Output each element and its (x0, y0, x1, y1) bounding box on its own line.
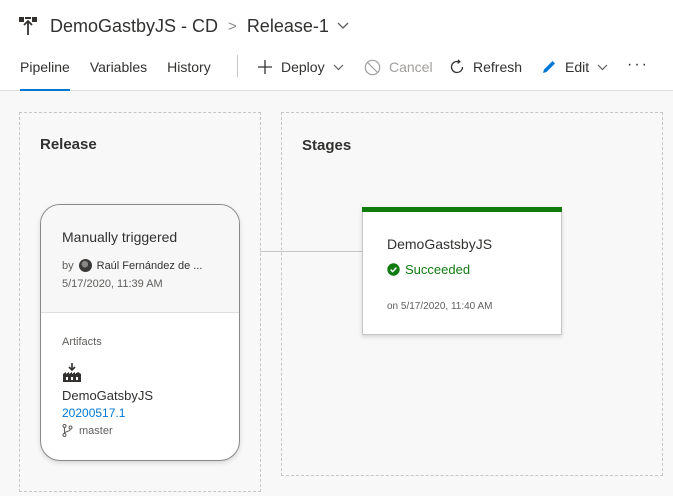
release-panel-title: Release (40, 136, 97, 153)
chevron-down-icon (333, 64, 344, 71)
check-circle-icon (387, 263, 400, 276)
chevron-down-icon[interactable] (337, 22, 349, 30)
artifacts-heading: Artifacts (62, 336, 102, 348)
stage-status-bar (362, 207, 562, 212)
trigger-text: Manually triggered (62, 229, 178, 245)
refresh-icon (449, 59, 465, 75)
stage-name: DemoGastsbyJS (387, 236, 493, 252)
stage-completed-date: on 5/17/2020, 11:40 AM (387, 301, 493, 312)
build-artifact-icon (62, 363, 82, 388)
more-actions-button[interactable]: ··· (627, 56, 649, 74)
cancel-button[interactable]: Cancel (364, 57, 433, 77)
tab-variables[interactable]: Variables (90, 57, 147, 91)
release-pipeline-icon (18, 15, 38, 37)
release-date: 5/17/2020, 11:39 AM (62, 278, 163, 290)
branch-name: master (79, 424, 113, 437)
refresh-label: Refresh (473, 59, 523, 75)
release-card[interactable]: Manually triggered by Raúl Fernández de … (40, 204, 240, 461)
triggered-by-user: Raúl Fernández de ... (96, 259, 203, 272)
stage-status-text: Succeeded (405, 262, 471, 277)
pipeline-connector (260, 251, 362, 252)
deploy-label: Deploy (281, 59, 325, 75)
breadcrumb-separator: > (228, 17, 237, 35)
cancel-label: Cancel (389, 59, 433, 75)
refresh-button[interactable]: Refresh (449, 57, 522, 77)
branch-icon (62, 424, 73, 437)
chevron-down-icon (597, 64, 608, 71)
artifact-name: DemoGatsbyJS (62, 388, 154, 403)
artifact-branch: master (62, 424, 113, 437)
edit-button[interactable]: Edit (541, 57, 608, 77)
stage-status: Succeeded (387, 262, 470, 277)
tab-history[interactable]: History (167, 57, 211, 91)
stage-card[interactable]: DemoGastsbyJS Succeeded on 5/17/2020, 11… (362, 207, 562, 335)
triggered-by: by Raúl Fernández de ... (62, 259, 202, 272)
tab-pipeline[interactable]: Pipeline (20, 57, 70, 91)
cancel-circle-icon (364, 59, 381, 76)
by-label: by (62, 259, 74, 272)
release-header: DemoGastbyJS - CD > Release-1 Pipeline V… (0, 0, 673, 91)
artifact-version-link[interactable]: 20200517.1 (62, 406, 125, 420)
pencil-icon (541, 59, 557, 75)
breadcrumb: DemoGastbyJS - CD > Release-1 (18, 13, 349, 39)
edit-label: Edit (565, 59, 590, 75)
stages-panel-title: Stages (302, 137, 352, 154)
plus-icon (257, 59, 273, 75)
release-name[interactable]: Release-1 (247, 16, 329, 37)
tab-bar: Pipeline Variables History (20, 57, 231, 91)
avatar (78, 259, 92, 272)
deploy-button[interactable]: Deploy (257, 57, 344, 77)
trigger-section: Manually triggered by Raúl Fernández de … (41, 205, 239, 313)
toolbar-divider (237, 55, 238, 77)
pipeline-name-link[interactable]: DemoGastbyJS - CD (50, 16, 218, 37)
